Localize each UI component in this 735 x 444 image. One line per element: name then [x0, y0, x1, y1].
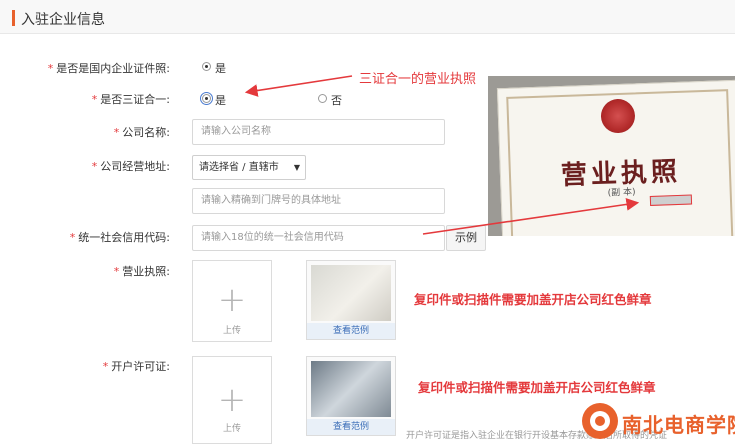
- logo-seal-icon: [582, 403, 618, 439]
- bank-permit-upload-label: 上传: [222, 424, 241, 434]
- domestic-cert-yes-label: 是: [215, 62, 226, 75]
- arrow-to-three-in-one: [244, 75, 353, 97]
- bank-permit-sample-image: [311, 361, 391, 417]
- three-in-one-no-label: 否: [331, 94, 342, 107]
- section-title: 入驻企业信息: [21, 12, 105, 28]
- business-license-upload-label: 上传: [222, 326, 241, 336]
- stamp-annotation-2: 复印件或扫描件需要加盖开店公司红色鲜章: [418, 380, 656, 395]
- domestic-cert-yes-radio[interactable]: [202, 62, 211, 71]
- domestic-cert-label: * 是否是国内企业证件照:: [47, 62, 170, 75]
- certificate-photo: 营业执照 (副 本): [488, 76, 735, 236]
- three-in-one-yes-radio[interactable]: [200, 92, 213, 105]
- business-license-sample-image: [311, 265, 391, 321]
- three-in-one-yes-label: 是: [215, 94, 226, 107]
- chevron-down-icon: ▼: [293, 163, 300, 172]
- region-select-value: 请选择省 / 直辖市: [199, 162, 279, 173]
- plus-icon: +: [217, 280, 247, 320]
- bank-permit-upload[interactable]: + 上传: [192, 356, 272, 444]
- company-name-input[interactable]: 请输入公司名称: [192, 119, 445, 145]
- bank-permit-sample-caption[interactable]: 查看范例: [307, 419, 395, 435]
- business-license-sample-caption[interactable]: 查看范例: [307, 323, 395, 339]
- three-in-one-label: * 是否三证合一:: [91, 93, 170, 106]
- section-accent-bar: [12, 10, 15, 26]
- business-license-label: * 营业执照:: [113, 265, 170, 278]
- business-license-upload[interactable]: + 上传: [192, 260, 272, 342]
- credit-code-highlight-box: [649, 194, 693, 206]
- certificate-paper: 营业执照 (副 本): [496, 79, 735, 236]
- bank-permit-label: * 开户许可证:: [102, 360, 170, 373]
- three-in-one-no-radio[interactable]: [318, 94, 327, 103]
- company-name-label: * 公司名称:: [113, 126, 170, 139]
- bank-permit-sample[interactable]: 查看范例: [306, 356, 396, 436]
- plus-icon: +: [217, 380, 247, 420]
- company-address-label: * 公司经营地址:: [91, 160, 170, 173]
- address-detail-input[interactable]: 请输入精确到门牌号的具体地址: [192, 188, 445, 214]
- business-license-sample[interactable]: 查看范例: [306, 260, 396, 340]
- credit-code-input[interactable]: 请输入18位的统一社会信用代码: [192, 225, 445, 251]
- credit-code-label: * 统一社会信用代码:: [69, 231, 170, 244]
- credit-code-example-button[interactable]: 示例: [446, 225, 486, 251]
- three-in-one-annotation: 三证合一的营业执照: [359, 72, 477, 87]
- stamp-annotation-1: 复印件或扫描件需要加盖开店公司红色鲜章: [414, 292, 652, 307]
- section-header: 入驻企业信息: [0, 0, 735, 34]
- logo-text: 南北电商学院: [622, 413, 735, 437]
- region-select[interactable]: 请选择省 / 直辖市 ▼: [192, 155, 306, 180]
